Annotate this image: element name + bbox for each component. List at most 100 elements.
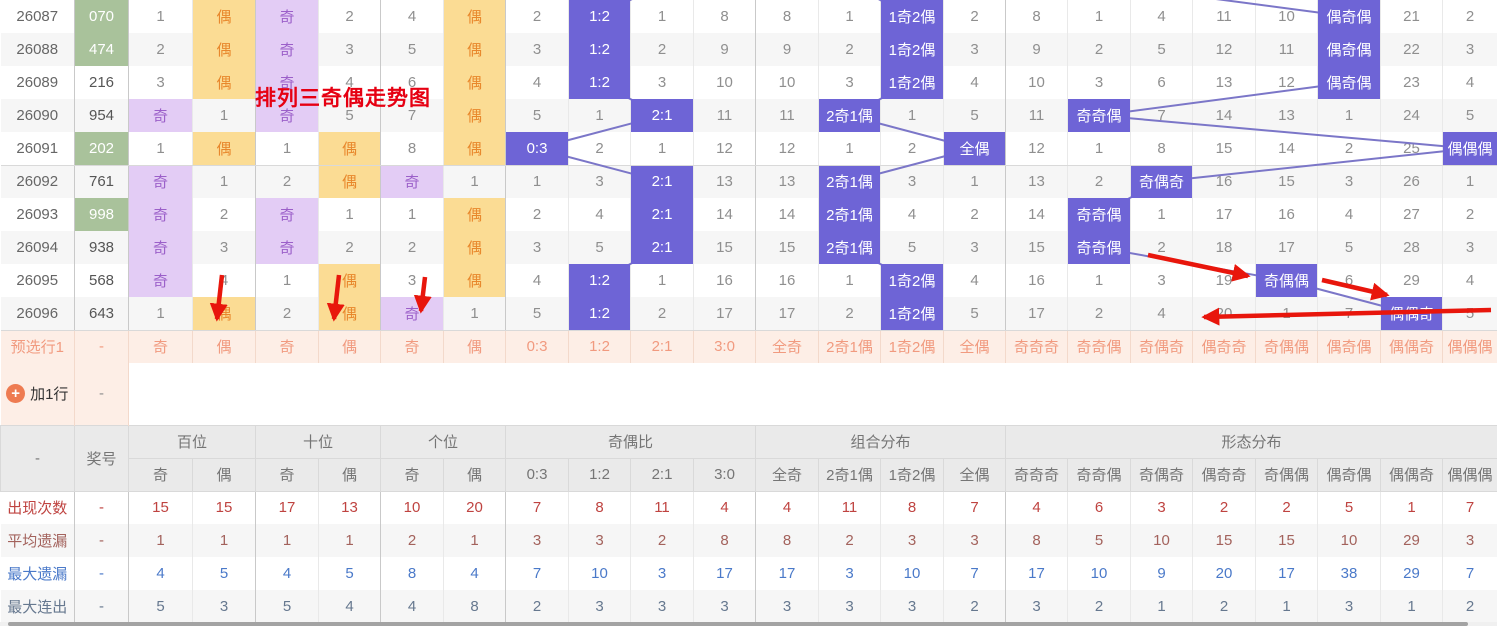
trend-cell: 4 <box>569 198 631 231</box>
trend-cell: 20 <box>1193 297 1256 330</box>
preselect-cell[interactable]: 1奇2偶 <box>881 330 944 363</box>
preselect-cell[interactable]: 偶 <box>193 330 256 363</box>
preselect-cell[interactable]: 偶 <box>319 330 381 363</box>
trend-cell: 3 <box>193 231 256 264</box>
trend-cell: 1 <box>444 165 506 198</box>
stat-value-cell: 3 <box>819 590 881 623</box>
column-group-header: 形态分布 <box>1006 425 1497 458</box>
trend-cell: 2 <box>193 198 256 231</box>
preselect-cell[interactable]: 偶奇奇 <box>1193 330 1256 363</box>
trend-cell: 8 <box>694 0 756 33</box>
preselect-cell[interactable]: 2:1 <box>631 330 694 363</box>
trend-cell: 2:1 <box>631 99 694 132</box>
prize-number-cell: 998 <box>75 198 129 231</box>
trend-cell: 2 <box>319 0 381 33</box>
preselect-cell[interactable]: 全奇 <box>756 330 819 363</box>
column-group-header: 十位 <box>256 425 381 458</box>
stat-dash-cell: - <box>75 524 129 557</box>
column-subheader: 奇 <box>381 458 444 491</box>
trend-cell: 1奇2偶 <box>881 0 944 33</box>
trend-cell: 奇 <box>129 198 193 231</box>
trend-cell: 12 <box>1006 132 1068 165</box>
stat-value-cell: 2 <box>819 524 881 557</box>
trend-cell: 11 <box>1006 99 1068 132</box>
preselect-cell[interactable]: 偶奇偶 <box>1318 330 1381 363</box>
stat-value-cell: 2 <box>944 590 1006 623</box>
preselect-cell[interactable]: 全偶 <box>944 330 1006 363</box>
column-subheader: 奇奇偶 <box>1068 458 1131 491</box>
preselect-cell[interactable]: 偶偶偶 <box>1443 330 1497 363</box>
stat-value-cell: 10 <box>569 557 631 590</box>
prize-number-cell: 202 <box>75 132 129 165</box>
preselect-cell[interactable]: 奇奇奇 <box>1006 330 1068 363</box>
trend-cell: 22 <box>1381 33 1443 66</box>
trend-cell: 1 <box>944 165 1006 198</box>
trend-cell: 偶 <box>444 132 506 165</box>
trend-cell: 偶 <box>319 132 381 165</box>
column-group-header: 个位 <box>381 425 506 458</box>
prize-number-cell: 474 <box>75 33 129 66</box>
stat-row-label: 出现次数 <box>1 491 75 524</box>
trend-cell: 奇 <box>129 99 193 132</box>
stat-value-cell: 3 <box>756 590 819 623</box>
preselect-cell[interactable]: 奇 <box>256 330 319 363</box>
column-subheader: 1奇2偶 <box>881 458 944 491</box>
column-group-header: 奇偶比 <box>506 425 756 458</box>
trend-cell: 1奇2偶 <box>881 297 944 330</box>
preselect-cell[interactable]: 偶 <box>444 330 506 363</box>
trend-cell: 7 <box>1131 99 1193 132</box>
trend-cell: 偶 <box>444 264 506 297</box>
stat-value-cell: 7 <box>506 491 569 524</box>
stat-value-cell: 8 <box>569 491 631 524</box>
preselect-cell[interactable]: 奇 <box>129 330 193 363</box>
trend-cell: 1:2 <box>569 66 631 99</box>
preselect-cell[interactable]: 奇奇偶 <box>1068 330 1131 363</box>
trend-cell: 4 <box>1443 66 1497 99</box>
prize-number-cell: 761 <box>75 165 129 198</box>
trend-cell: 2 <box>506 0 569 33</box>
trend-cell: 9 <box>1006 33 1068 66</box>
trend-cell: 1:2 <box>569 0 631 33</box>
preselect-cell[interactable]: 奇 <box>381 330 444 363</box>
chart-title-overlay: 排列三奇偶走势图 <box>255 82 431 112</box>
header-prize-cell: 奖号 <box>75 425 129 491</box>
trend-cell: 12 <box>1256 66 1318 99</box>
stat-value-cell: 5 <box>1318 491 1381 524</box>
trend-cell: 2奇1偶 <box>819 198 881 231</box>
column-subheader: 偶 <box>444 458 506 491</box>
stat-value-cell: 17 <box>1006 557 1068 590</box>
preselect-cell[interactable]: 2奇1偶 <box>819 330 881 363</box>
trend-cell: 偶奇偶 <box>1318 66 1381 99</box>
preselect-cell[interactable]: 0:3 <box>506 330 569 363</box>
trend-cell: 7 <box>1318 297 1381 330</box>
trend-cell: 4 <box>381 0 444 33</box>
add-row-button[interactable]: +加1行 <box>1 363 75 425</box>
horizontal-scrollbar[interactable] <box>8 622 1468 626</box>
stat-value-cell: 2 <box>1443 590 1497 623</box>
column-group-header: 百位 <box>129 425 256 458</box>
trend-cell: 2:1 <box>631 165 694 198</box>
trend-cell: 14 <box>694 198 756 231</box>
trend-cell: 偶奇偶 <box>1318 0 1381 33</box>
trend-cell: 5 <box>1443 99 1497 132</box>
preselect-cell[interactable]: 奇偶奇 <box>1131 330 1193 363</box>
trend-cell: 偶 <box>193 132 256 165</box>
trend-cell: 1 <box>1256 297 1318 330</box>
preselect-cell[interactable]: 3:0 <box>694 330 756 363</box>
add-row-button-content: +加1行 <box>1 383 75 404</box>
preselect-cell[interactable]: 1:2 <box>569 330 631 363</box>
trend-cell: 奇 <box>256 33 319 66</box>
column-subheader: 奇奇奇 <box>1006 458 1068 491</box>
preselect-cell[interactable]: 奇偶偶 <box>1256 330 1318 363</box>
column-subheader: 偶 <box>319 458 381 491</box>
trend-cell: 1 <box>193 99 256 132</box>
trend-cell: 3 <box>819 66 881 99</box>
trend-cell: 14 <box>1006 198 1068 231</box>
stat-value-cell: 3 <box>1006 590 1068 623</box>
preselect-cell[interactable]: 偶偶奇 <box>1381 330 1443 363</box>
stat-value-cell: 3 <box>694 590 756 623</box>
trend-cell: 12 <box>1193 33 1256 66</box>
prize-number-cell: 938 <box>75 231 129 264</box>
trend-cell: 2 <box>319 231 381 264</box>
prize-number-cell: 216 <box>75 66 129 99</box>
